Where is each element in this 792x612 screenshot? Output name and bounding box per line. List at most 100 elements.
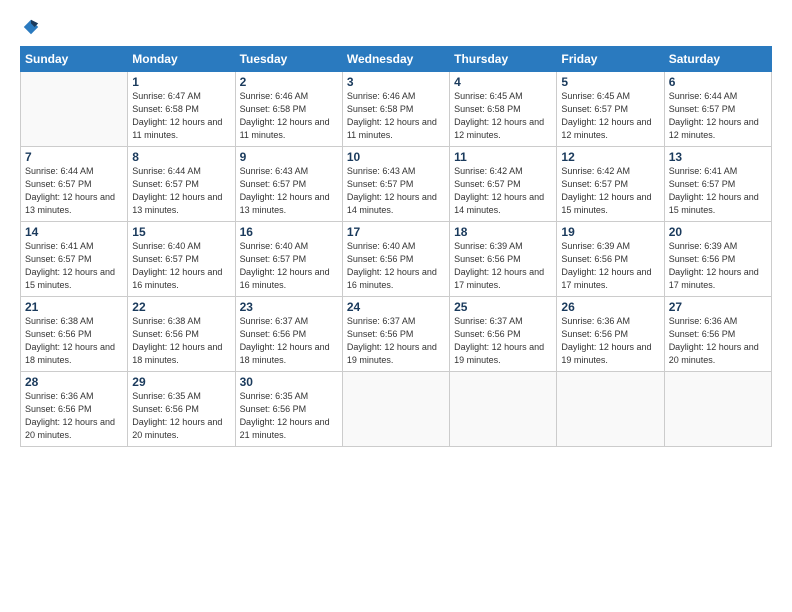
day-number: 16 — [240, 225, 338, 239]
day-info: Sunrise: 6:38 AMSunset: 6:56 PMDaylight:… — [132, 315, 230, 367]
calendar-cell: 16Sunrise: 6:40 AMSunset: 6:57 PMDayligh… — [235, 222, 342, 297]
day-info: Sunrise: 6:46 AMSunset: 6:58 PMDaylight:… — [347, 90, 445, 142]
page: SundayMondayTuesdayWednesdayThursdayFrid… — [0, 0, 792, 612]
day-number: 2 — [240, 75, 338, 89]
day-info: Sunrise: 6:39 AMSunset: 6:56 PMDaylight:… — [669, 240, 767, 292]
day-info: Sunrise: 6:37 AMSunset: 6:56 PMDaylight:… — [240, 315, 338, 367]
day-info: Sunrise: 6:39 AMSunset: 6:56 PMDaylight:… — [454, 240, 552, 292]
day-number: 21 — [25, 300, 123, 314]
calendar-cell: 25Sunrise: 6:37 AMSunset: 6:56 PMDayligh… — [450, 297, 557, 372]
day-info: Sunrise: 6:41 AMSunset: 6:57 PMDaylight:… — [25, 240, 123, 292]
calendar-cell: 15Sunrise: 6:40 AMSunset: 6:57 PMDayligh… — [128, 222, 235, 297]
day-info: Sunrise: 6:43 AMSunset: 6:57 PMDaylight:… — [347, 165, 445, 217]
calendar-day-header: Wednesday — [342, 47, 449, 72]
day-number: 7 — [25, 150, 123, 164]
calendar-cell: 30Sunrise: 6:35 AMSunset: 6:56 PMDayligh… — [235, 372, 342, 447]
day-number: 30 — [240, 375, 338, 389]
day-info: Sunrise: 6:35 AMSunset: 6:56 PMDaylight:… — [240, 390, 338, 442]
calendar-day-header: Sunday — [21, 47, 128, 72]
day-number: 9 — [240, 150, 338, 164]
calendar-cell — [21, 72, 128, 147]
day-info: Sunrise: 6:39 AMSunset: 6:56 PMDaylight:… — [561, 240, 659, 292]
day-info: Sunrise: 6:37 AMSunset: 6:56 PMDaylight:… — [347, 315, 445, 367]
day-number: 3 — [347, 75, 445, 89]
calendar-week-row: 7Sunrise: 6:44 AMSunset: 6:57 PMDaylight… — [21, 147, 772, 222]
day-number: 4 — [454, 75, 552, 89]
calendar-table: SundayMondayTuesdayWednesdayThursdayFrid… — [20, 46, 772, 447]
day-info: Sunrise: 6:46 AMSunset: 6:58 PMDaylight:… — [240, 90, 338, 142]
logo — [20, 18, 40, 36]
calendar-cell: 2Sunrise: 6:46 AMSunset: 6:58 PMDaylight… — [235, 72, 342, 147]
calendar-cell: 10Sunrise: 6:43 AMSunset: 6:57 PMDayligh… — [342, 147, 449, 222]
day-number: 14 — [25, 225, 123, 239]
day-number: 25 — [454, 300, 552, 314]
calendar-cell — [664, 372, 771, 447]
day-info: Sunrise: 6:44 AMSunset: 6:57 PMDaylight:… — [25, 165, 123, 217]
calendar-cell — [557, 372, 664, 447]
day-number: 22 — [132, 300, 230, 314]
logo-icon — [22, 18, 40, 36]
day-info: Sunrise: 6:37 AMSunset: 6:56 PMDaylight:… — [454, 315, 552, 367]
calendar-cell: 19Sunrise: 6:39 AMSunset: 6:56 PMDayligh… — [557, 222, 664, 297]
calendar-week-row: 1Sunrise: 6:47 AMSunset: 6:58 PMDaylight… — [21, 72, 772, 147]
calendar-day-header: Tuesday — [235, 47, 342, 72]
day-info: Sunrise: 6:36 AMSunset: 6:56 PMDaylight:… — [669, 315, 767, 367]
day-number: 24 — [347, 300, 445, 314]
calendar-cell: 21Sunrise: 6:38 AMSunset: 6:56 PMDayligh… — [21, 297, 128, 372]
calendar-cell: 3Sunrise: 6:46 AMSunset: 6:58 PMDaylight… — [342, 72, 449, 147]
day-number: 19 — [561, 225, 659, 239]
day-info: Sunrise: 6:44 AMSunset: 6:57 PMDaylight:… — [132, 165, 230, 217]
calendar-cell: 6Sunrise: 6:44 AMSunset: 6:57 PMDaylight… — [664, 72, 771, 147]
calendar-cell: 24Sunrise: 6:37 AMSunset: 6:56 PMDayligh… — [342, 297, 449, 372]
calendar-cell: 28Sunrise: 6:36 AMSunset: 6:56 PMDayligh… — [21, 372, 128, 447]
calendar-cell: 9Sunrise: 6:43 AMSunset: 6:57 PMDaylight… — [235, 147, 342, 222]
day-number: 23 — [240, 300, 338, 314]
calendar-day-header: Monday — [128, 47, 235, 72]
calendar-cell — [342, 372, 449, 447]
day-number: 15 — [132, 225, 230, 239]
calendar-cell: 14Sunrise: 6:41 AMSunset: 6:57 PMDayligh… — [21, 222, 128, 297]
day-number: 20 — [669, 225, 767, 239]
calendar-week-row: 28Sunrise: 6:36 AMSunset: 6:56 PMDayligh… — [21, 372, 772, 447]
day-info: Sunrise: 6:42 AMSunset: 6:57 PMDaylight:… — [561, 165, 659, 217]
calendar-cell: 11Sunrise: 6:42 AMSunset: 6:57 PMDayligh… — [450, 147, 557, 222]
calendar-week-row: 14Sunrise: 6:41 AMSunset: 6:57 PMDayligh… — [21, 222, 772, 297]
day-number: 13 — [669, 150, 767, 164]
day-number: 28 — [25, 375, 123, 389]
day-number: 12 — [561, 150, 659, 164]
day-number: 6 — [669, 75, 767, 89]
day-number: 5 — [561, 75, 659, 89]
calendar-header-row: SundayMondayTuesdayWednesdayThursdayFrid… — [21, 47, 772, 72]
day-number: 18 — [454, 225, 552, 239]
day-number: 8 — [132, 150, 230, 164]
calendar-cell: 27Sunrise: 6:36 AMSunset: 6:56 PMDayligh… — [664, 297, 771, 372]
logo-text — [20, 18, 40, 36]
day-number: 11 — [454, 150, 552, 164]
day-info: Sunrise: 6:44 AMSunset: 6:57 PMDaylight:… — [669, 90, 767, 142]
calendar-week-row: 21Sunrise: 6:38 AMSunset: 6:56 PMDayligh… — [21, 297, 772, 372]
calendar-cell: 26Sunrise: 6:36 AMSunset: 6:56 PMDayligh… — [557, 297, 664, 372]
day-info: Sunrise: 6:36 AMSunset: 6:56 PMDaylight:… — [561, 315, 659, 367]
calendar-cell: 1Sunrise: 6:47 AMSunset: 6:58 PMDaylight… — [128, 72, 235, 147]
day-info: Sunrise: 6:38 AMSunset: 6:56 PMDaylight:… — [25, 315, 123, 367]
day-info: Sunrise: 6:45 AMSunset: 6:57 PMDaylight:… — [561, 90, 659, 142]
calendar-cell — [450, 372, 557, 447]
day-info: Sunrise: 6:41 AMSunset: 6:57 PMDaylight:… — [669, 165, 767, 217]
calendar-cell: 23Sunrise: 6:37 AMSunset: 6:56 PMDayligh… — [235, 297, 342, 372]
day-number: 26 — [561, 300, 659, 314]
day-number: 10 — [347, 150, 445, 164]
calendar-cell: 29Sunrise: 6:35 AMSunset: 6:56 PMDayligh… — [128, 372, 235, 447]
day-info: Sunrise: 6:40 AMSunset: 6:56 PMDaylight:… — [347, 240, 445, 292]
calendar-day-header: Thursday — [450, 47, 557, 72]
day-info: Sunrise: 6:40 AMSunset: 6:57 PMDaylight:… — [240, 240, 338, 292]
day-info: Sunrise: 6:40 AMSunset: 6:57 PMDaylight:… — [132, 240, 230, 292]
calendar-cell: 20Sunrise: 6:39 AMSunset: 6:56 PMDayligh… — [664, 222, 771, 297]
day-number: 29 — [132, 375, 230, 389]
day-info: Sunrise: 6:36 AMSunset: 6:56 PMDaylight:… — [25, 390, 123, 442]
day-info: Sunrise: 6:45 AMSunset: 6:58 PMDaylight:… — [454, 90, 552, 142]
calendar-cell: 8Sunrise: 6:44 AMSunset: 6:57 PMDaylight… — [128, 147, 235, 222]
calendar-cell: 18Sunrise: 6:39 AMSunset: 6:56 PMDayligh… — [450, 222, 557, 297]
day-info: Sunrise: 6:43 AMSunset: 6:57 PMDaylight:… — [240, 165, 338, 217]
day-number: 27 — [669, 300, 767, 314]
calendar-cell: 12Sunrise: 6:42 AMSunset: 6:57 PMDayligh… — [557, 147, 664, 222]
